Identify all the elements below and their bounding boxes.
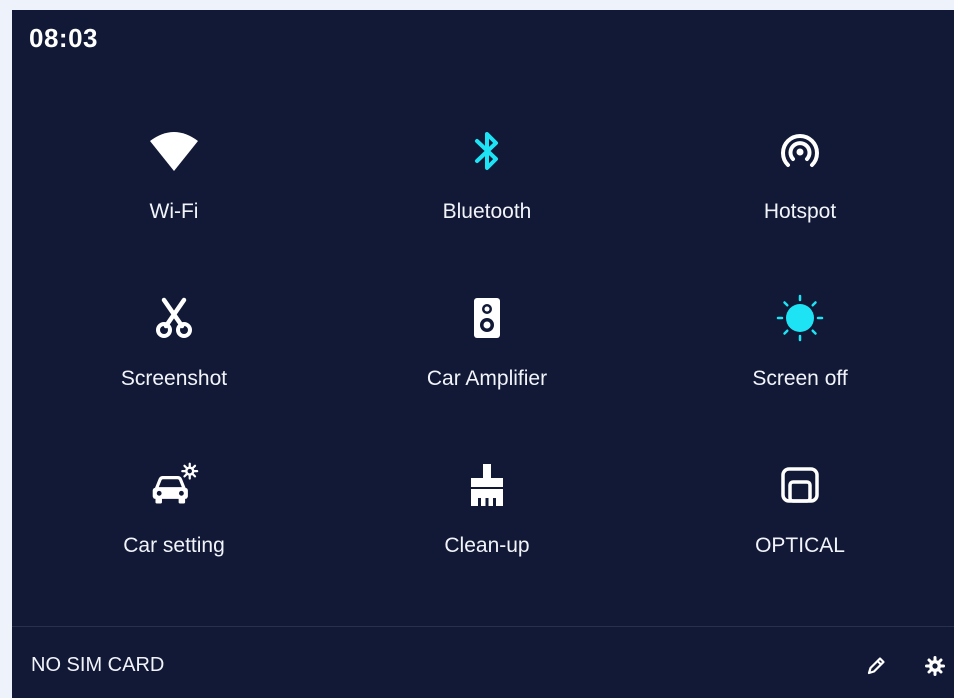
tile-label: OPTICAL: [755, 534, 845, 557]
speaker-icon: [462, 293, 512, 343]
scissors-icon: [149, 293, 199, 343]
tile-optical[interactable]: OPTICAL: [670, 460, 930, 590]
tile-label: Clean-up: [444, 534, 530, 557]
hotspot-icon: [775, 126, 825, 176]
tile-hotspot[interactable]: Hotspot: [670, 126, 930, 256]
car-settings-icon: [149, 460, 199, 510]
brightness-icon: [775, 293, 825, 343]
tile-bluetooth[interactable]: Bluetooth: [357, 126, 617, 256]
tile-label: Bluetooth: [442, 200, 532, 223]
tile-label: Hotspot: [763, 200, 837, 223]
settings-button[interactable]: [921, 652, 949, 680]
tile-car-setting[interactable]: Car setting: [44, 460, 304, 590]
footer-divider: [12, 626, 954, 627]
tile-clean-up[interactable]: Clean-up: [357, 460, 617, 590]
edit-button[interactable]: [862, 652, 890, 680]
wifi-icon: [149, 126, 199, 176]
quick-settings-panel: 08:03 Wi-Fi Bluetooth Hotspot Screenshot…: [12, 10, 954, 698]
tile-label: Wi-Fi: [149, 200, 199, 223]
tile-car-amplifier[interactable]: Car Amplifier: [357, 293, 617, 423]
tile-wifi[interactable]: Wi-Fi: [44, 126, 304, 256]
carrier-status: NO SIM CARD: [31, 654, 165, 676]
optical-icon: [775, 460, 825, 510]
tile-label: Car Amplifier: [426, 367, 548, 390]
tile-label: Screenshot: [120, 367, 228, 390]
tile-screenshot[interactable]: Screenshot: [44, 293, 304, 423]
tile-label: Screen off: [752, 367, 848, 390]
status-clock: 08:03: [29, 23, 98, 53]
pencil-icon: [865, 655, 887, 677]
bluetooth-icon: [462, 126, 512, 176]
tile-screen-off[interactable]: Screen off: [670, 293, 930, 423]
gear-icon: [925, 656, 945, 676]
tile-label: Car setting: [123, 534, 225, 557]
broom-icon: [462, 460, 512, 510]
